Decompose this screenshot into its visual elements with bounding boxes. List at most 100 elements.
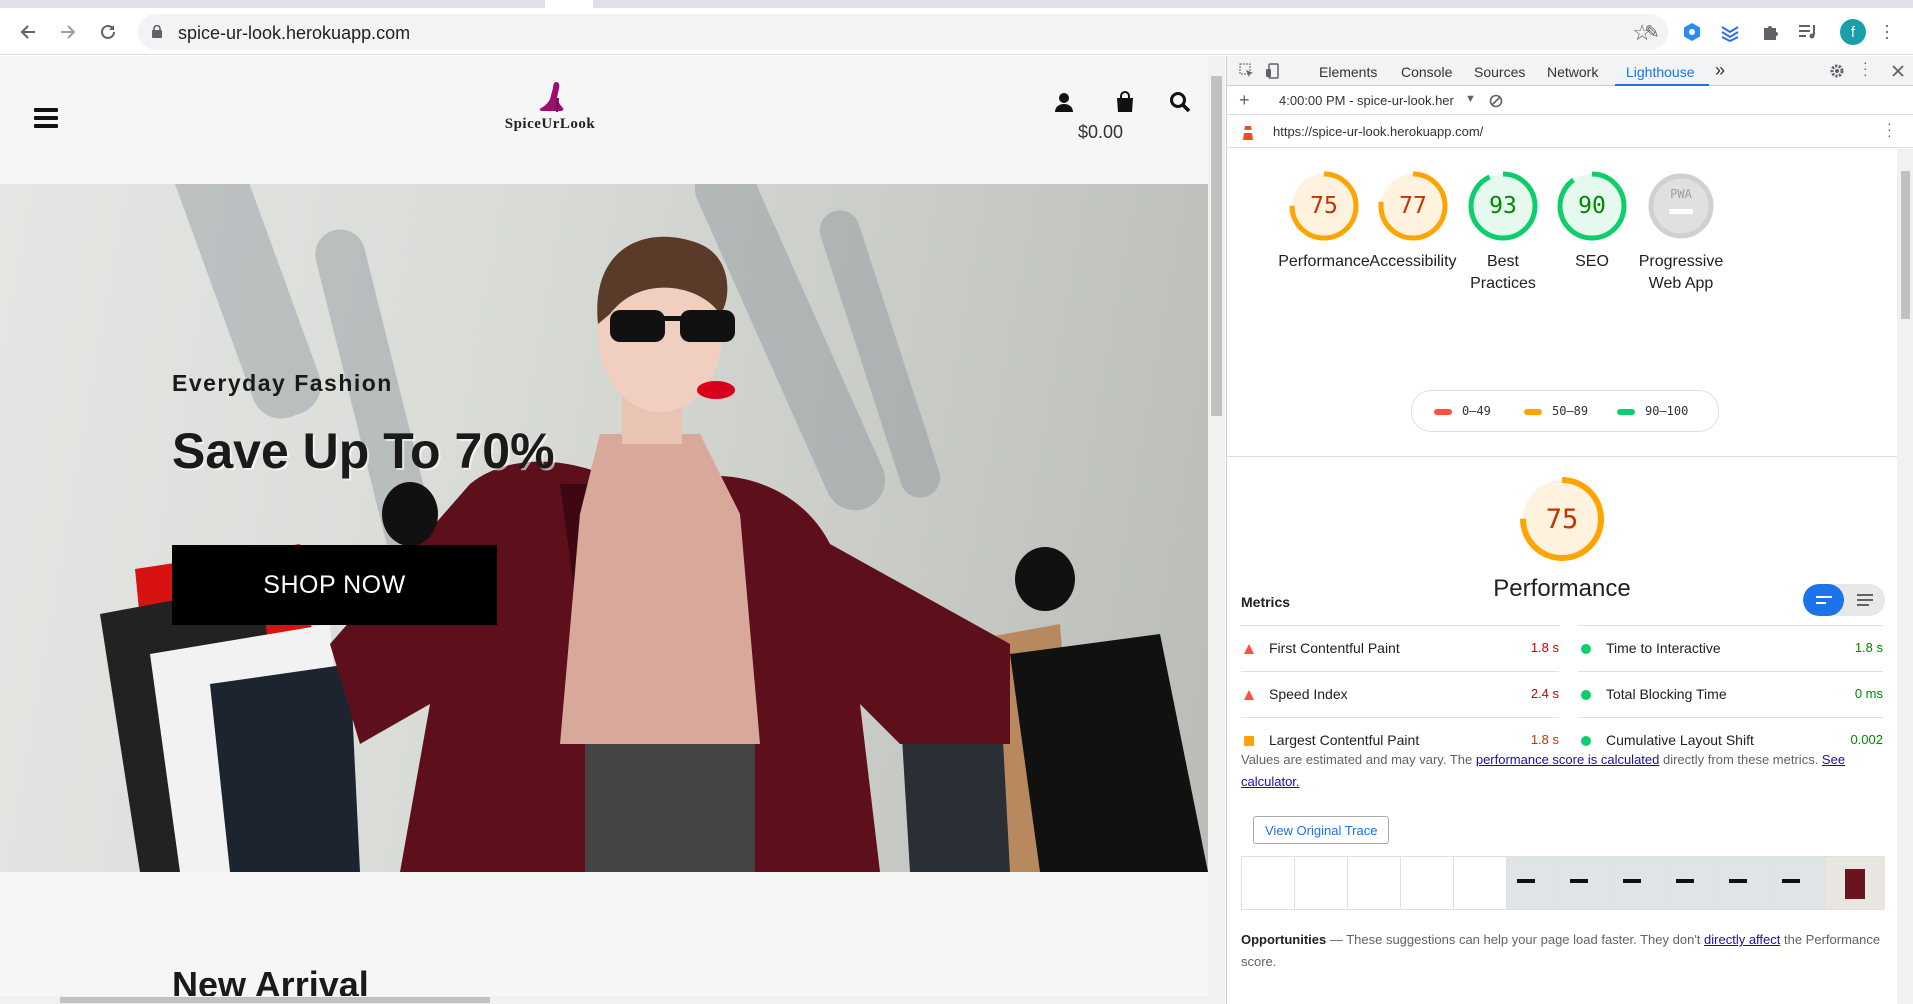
metrics-view-toggle[interactable] bbox=[1803, 584, 1885, 616]
arrow-left-icon bbox=[20, 25, 35, 39]
new-report-plus-icon[interactable]: + bbox=[1239, 90, 1250, 111]
devtools-menu-icon[interactable]: · · · bbox=[1863, 55, 1868, 81]
metric-status-pass-icon bbox=[1580, 642, 1592, 658]
shopping-bag-icon[interactable] bbox=[1113, 90, 1137, 114]
metric-name: Speed Index bbox=[1269, 686, 1348, 702]
filmstrip-frame bbox=[1719, 857, 1772, 909]
back-button[interactable] bbox=[14, 18, 42, 46]
media-queue-icon[interactable] bbox=[1796, 20, 1820, 44]
devtools-tabbar: Elements Console Sources Network Lightho… bbox=[1227, 55, 1913, 86]
directly-affect-link[interactable]: directly affect bbox=[1704, 932, 1780, 947]
filmstrip bbox=[1241, 856, 1885, 910]
webpage-viewport: SpiceUrLook $0.00 Everyday Fashion Save … bbox=[0, 56, 1208, 1004]
tab-lighthouse[interactable]: Lighthouse bbox=[1626, 64, 1695, 80]
metric-value: 0.002 bbox=[1850, 732, 1883, 747]
section-divider bbox=[1227, 456, 1897, 457]
legend-item: 0–49 bbox=[1434, 404, 1491, 418]
cart-total[interactable]: $0.00 bbox=[1078, 122, 1123, 143]
forward-button[interactable] bbox=[54, 18, 82, 46]
metric-value: 1.8 s bbox=[1530, 732, 1559, 747]
filmstrip-frame bbox=[1666, 857, 1719, 909]
performance-score-large: 75 bbox=[1545, 503, 1579, 535]
metric-value: 1.8 s bbox=[1854, 640, 1883, 655]
site-header: SpiceUrLook $0.00 bbox=[0, 56, 1208, 184]
page-scroll-thumb[interactable] bbox=[1211, 76, 1222, 416]
toggle-compact-view[interactable] bbox=[1803, 584, 1844, 616]
metrics-heading: Metrics bbox=[1241, 594, 1291, 610]
metric-row-right-1: Total Blocking Time 0 ms bbox=[1578, 671, 1883, 717]
gauge-label: Best Practices bbox=[1470, 253, 1536, 292]
score-legend: 0–49 50–89 90–100 bbox=[1411, 390, 1719, 432]
gauge-score: PWA bbox=[1670, 187, 1692, 201]
close-devtools-icon[interactable] bbox=[1891, 64, 1905, 78]
page-hscroll-thumb[interactable] bbox=[60, 997, 490, 1003]
arrow-right-icon bbox=[61, 25, 76, 39]
gauge-ring: PWA bbox=[1644, 169, 1718, 243]
report-url[interactable]: https://spice-ur-look.herokuapp.com/ bbox=[1273, 124, 1483, 139]
hamburger-menu-icon[interactable] bbox=[34, 108, 58, 128]
report-dropdown-icon[interactable]: ▼ bbox=[1465, 93, 1476, 105]
tab-console[interactable]: Console bbox=[1401, 64, 1452, 80]
score-gauge-4[interactable]: PWA Progressive Web App bbox=[1626, 169, 1736, 295]
report-url-bar: https://spice-ur-look.herokuapp.com/ · · · bbox=[1227, 116, 1913, 148]
metric-row-left-1: Speed Index 2.4 s bbox=[1241, 671, 1559, 717]
metric-status-fail-icon bbox=[1243, 642, 1255, 658]
device-toolbar-icon[interactable] bbox=[1265, 63, 1281, 79]
gauge-score: 90 bbox=[1578, 193, 1606, 219]
profile-avatar[interactable]: f bbox=[1840, 19, 1866, 45]
page-horizontal-scrollbar[interactable] bbox=[0, 996, 1208, 1004]
metric-name: Total Blocking Time bbox=[1606, 686, 1727, 702]
score-calculation-link[interactable]: performance score is calculated bbox=[1476, 752, 1660, 767]
model-with-shopping-bags-image bbox=[100, 236, 1208, 872]
eyedropper-extension-icon[interactable]: ✎ bbox=[1640, 20, 1664, 44]
settings-gear-icon[interactable] bbox=[1829, 63, 1845, 79]
tab-elements[interactable]: Elements bbox=[1319, 64, 1377, 80]
inspect-element-icon[interactable] bbox=[1239, 63, 1255, 79]
active-tab-indicator bbox=[1615, 84, 1709, 86]
site-logo[interactable]: SpiceUrLook bbox=[490, 80, 610, 133]
legend-swatch-pass bbox=[1617, 408, 1635, 415]
tab-network[interactable]: Network bbox=[1547, 64, 1598, 80]
search-icon[interactable] bbox=[1168, 90, 1192, 114]
devtools-panel: Elements Console Sources Network Lightho… bbox=[1226, 55, 1913, 1004]
high-heel-logo-icon bbox=[539, 82, 564, 113]
filmstrip-frame bbox=[1295, 857, 1348, 909]
shop-now-button[interactable]: SHOP NOW bbox=[172, 545, 497, 625]
gauge-score: 93 bbox=[1489, 193, 1517, 219]
clear-reports-icon[interactable] bbox=[1489, 94, 1503, 108]
puzzle-extensions-icon[interactable] bbox=[1758, 20, 1782, 44]
report-scroll-thumb[interactable] bbox=[1901, 171, 1910, 319]
filmstrip-frame bbox=[1242, 857, 1295, 909]
reload-icon bbox=[101, 24, 115, 39]
address-url[interactable]: spice-ur-look.herokuapp.com bbox=[178, 23, 410, 44]
metric-name: First Contentful Paint bbox=[1269, 640, 1400, 656]
compact-lines-icon bbox=[1816, 596, 1832, 604]
more-tabs-button[interactable]: » bbox=[1715, 60, 1725, 81]
report-menu-icon[interactable]: · · · bbox=[1887, 116, 1892, 142]
layers-extension-icon[interactable] bbox=[1718, 20, 1742, 44]
filmstrip-frame bbox=[1454, 857, 1507, 909]
metric-name: Largest Contentful Paint bbox=[1269, 732, 1420, 748]
report-selector[interactable]: 4:00:00 PM - spice-ur-look.her bbox=[1279, 93, 1454, 108]
metric-status-fail-icon bbox=[1243, 688, 1255, 704]
filmstrip-frame bbox=[1560, 857, 1613, 909]
performance-gauge-large[interactable]: 75 bbox=[1517, 474, 1607, 564]
view-original-trace-button[interactable]: View Original Trace bbox=[1253, 816, 1390, 844]
report-scrollbar[interactable] bbox=[1897, 149, 1913, 1004]
gauge-ring: 90 bbox=[1555, 169, 1629, 243]
legend-item: 90–100 bbox=[1617, 404, 1688, 418]
opportunities-heading: Opportunities bbox=[1241, 932, 1327, 947]
browser-menu-icon[interactable]: · · · bbox=[1884, 16, 1890, 46]
active-tab[interactable] bbox=[545, 0, 593, 8]
expanded-lines-icon[interactable] bbox=[1856, 593, 1874, 607]
address-bar[interactable]: spice-ur-look.herokuapp.com ☆ bbox=[138, 14, 1668, 50]
lock-icon bbox=[152, 25, 162, 38]
gauge-score: 77 bbox=[1399, 193, 1427, 219]
browser-toolbar: spice-ur-look.herokuapp.com ☆ ✎ f · · · bbox=[0, 8, 1913, 55]
tab-sources[interactable]: Sources bbox=[1474, 64, 1525, 80]
tab-strip bbox=[0, 0, 1913, 8]
reload-button[interactable] bbox=[94, 18, 122, 46]
page-vertical-scrollbar[interactable] bbox=[1208, 56, 1225, 1004]
user-icon[interactable] bbox=[1052, 90, 1076, 114]
react-extension-icon[interactable] bbox=[1680, 20, 1704, 44]
